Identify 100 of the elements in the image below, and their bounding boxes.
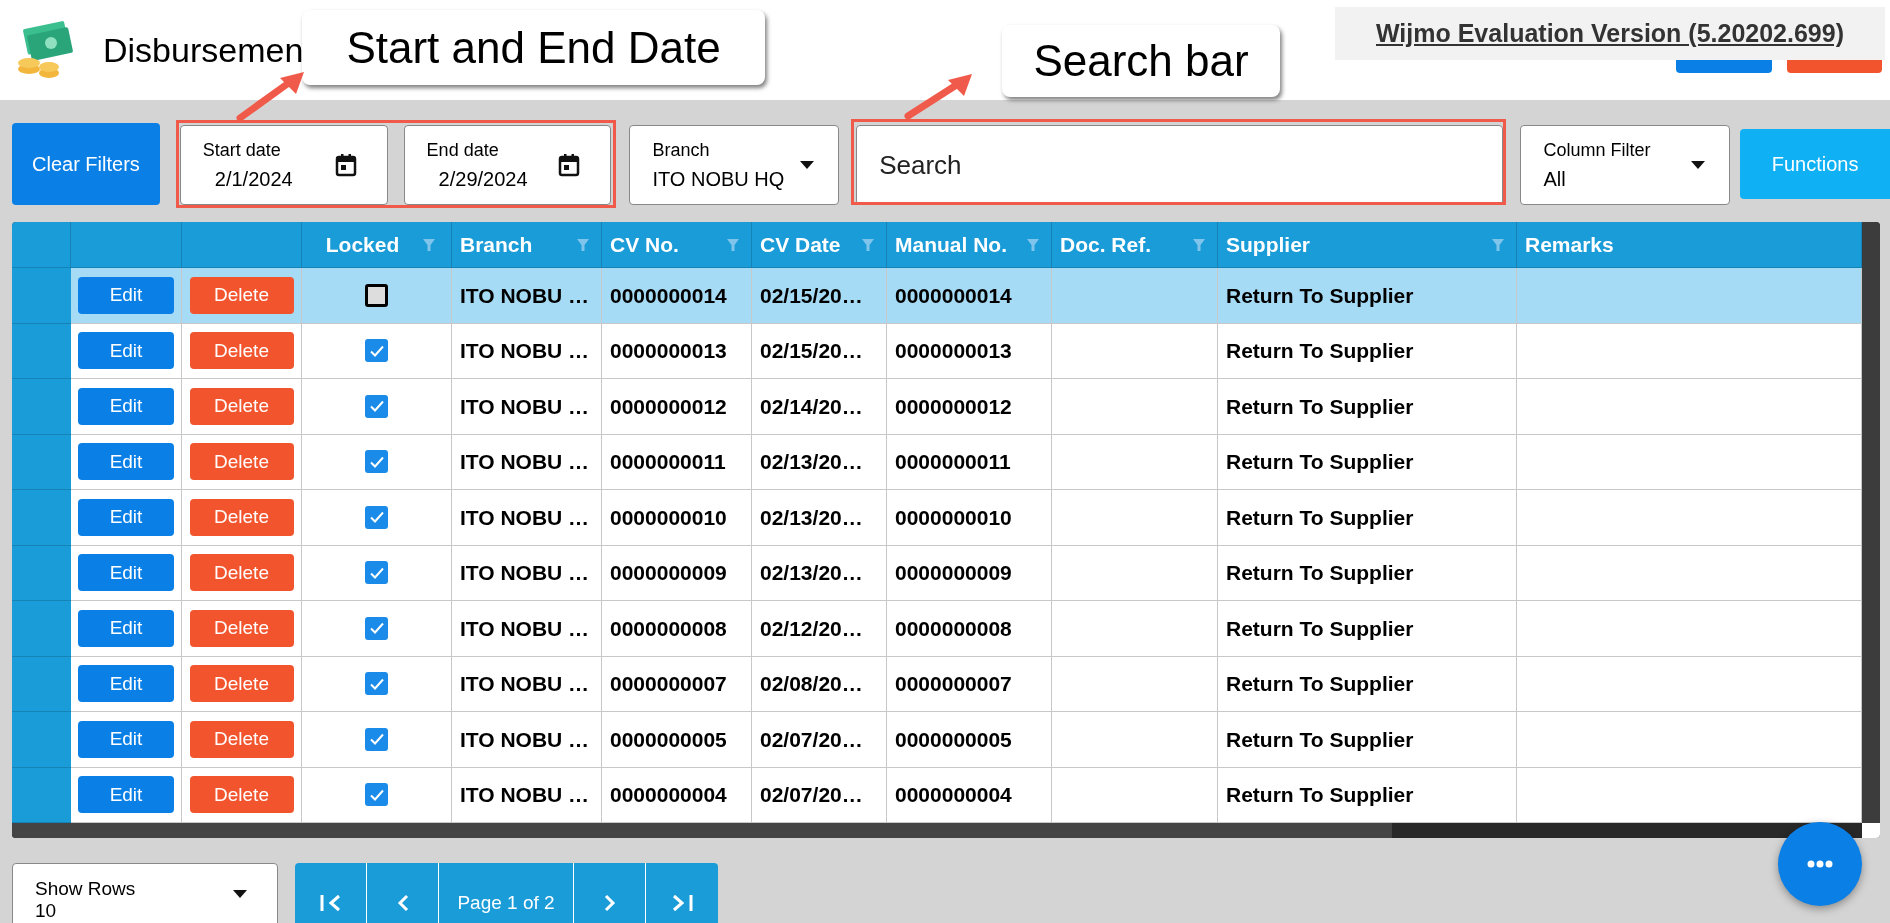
checkbox[interactable] <box>365 672 388 696</box>
column-header[interactable]: Branch <box>452 222 602 268</box>
button-edge[interactable] <box>1787 60 1882 73</box>
checkbox[interactable] <box>365 616 388 640</box>
table-cell: ITO NOBU … <box>452 601 602 657</box>
delete-button[interactable]: Delete <box>189 665 294 703</box>
table-cell: 0000000005 <box>887 712 1052 768</box>
row-header[interactable] <box>12 601 71 657</box>
delete-button[interactable]: Delete <box>189 387 294 425</box>
button-edge[interactable] <box>1676 60 1772 73</box>
delete-button[interactable]: Delete <box>189 609 294 647</box>
field-value: ITO NOBU HQ <box>652 166 785 192</box>
first-page-button[interactable] <box>295 863 367 923</box>
delete-button[interactable]: Delete <box>189 776 294 814</box>
table-row[interactable]: Edit Delete ITO NOBU … 0000000008 02/12/20… 0000000008 Return To Supplier <box>12 601 1862 657</box>
branch-dropdown[interactable]: Branch ITO NOBU HQ <box>629 125 840 205</box>
caret-icon <box>800 161 815 169</box>
checkbox[interactable] <box>365 727 388 751</box>
table-cell: 02/12/20… <box>752 601 887 657</box>
clear-filters-button[interactable]: Clear Filters <box>12 123 160 205</box>
row-header[interactable] <box>12 545 71 601</box>
delete-button[interactable]: Delete <box>189 554 294 592</box>
column-header[interactable]: Remarks <box>1517 222 1862 268</box>
table-row[interactable]: Edit Delete ITO NOBU … 0000000009 02/13/20… 0000000009 Return To Supplier <box>12 545 1862 601</box>
row-header[interactable] <box>12 712 71 768</box>
field-value: All <box>1543 166 1567 192</box>
filter-icon[interactable] <box>1027 238 1039 251</box>
column-header[interactable]: Doc. Ref. <box>1052 222 1218 268</box>
table-cell: 0000000012 <box>602 379 752 435</box>
delete-button[interactable]: Delete <box>189 720 294 758</box>
edit-button[interactable]: Edit <box>78 498 174 536</box>
table-row[interactable]: Edit Delete ITO NOBU … 0000000010 02/13/20… 0000000010 Return To Supplier <box>12 490 1862 546</box>
edit-button[interactable]: Edit <box>78 776 174 814</box>
column-header[interactable]: Locked <box>302 222 452 268</box>
filter-icon[interactable] <box>1193 238 1205 251</box>
chevron-left-icon <box>395 893 410 913</box>
show-rows-dropdown[interactable]: Show Rows 10 <box>12 863 278 923</box>
more-button[interactable] <box>1778 822 1862 906</box>
delete-button[interactable]: Delete <box>189 443 294 481</box>
row-header[interactable] <box>12 268 71 324</box>
table-cell: Return To Supplier <box>1218 379 1517 435</box>
table-row[interactable]: Edit Delete ITO NOBU … 0000000004 02/07/20… 0000000004 Return To Supplier <box>12 767 1862 823</box>
checkbox[interactable] <box>365 783 388 807</box>
search-field[interactable]: Search <box>856 125 1504 205</box>
checkbox[interactable] <box>365 339 388 363</box>
checkbox[interactable] <box>365 450 388 474</box>
edit-button[interactable]: Edit <box>78 554 174 592</box>
checkbox[interactable] <box>365 505 388 529</box>
functions-button[interactable]: Functions <box>1740 129 1890 199</box>
edit-button[interactable]: Edit <box>78 387 174 425</box>
horizontal-scrollbar[interactable] <box>12 823 1862 838</box>
table-cell: 0000000008 <box>602 601 752 657</box>
row-header[interactable] <box>12 656 71 712</box>
edit-button[interactable]: Edit <box>78 665 174 703</box>
table-row[interactable]: Edit Delete ITO NOBU … 0000000005 02/07/20… 0000000005 Return To Supplier <box>12 712 1862 768</box>
table-cell: 0000000008 <box>887 601 1052 657</box>
table-row[interactable]: Edit Delete ITO NOBU … 0000000007 02/08/20… 0000000007 Return To Supplier <box>12 656 1862 712</box>
column-filter-dropdown[interactable]: Column Filter All <box>1520 125 1731 205</box>
row-header[interactable] <box>12 490 71 546</box>
row-header[interactable] <box>12 767 71 823</box>
filter-icon[interactable] <box>1492 238 1504 251</box>
column-header[interactable]: CV No. <box>602 222 752 268</box>
edit-button[interactable]: Edit <box>78 443 174 481</box>
checkbox[interactable] <box>365 283 388 307</box>
column-header[interactable]: Supplier <box>1218 222 1517 268</box>
scrollbar-corner <box>1862 823 1880 838</box>
evaluation-banner[interactable]: Wijmo Evaluation Version (5.20202.699) <box>1335 7 1885 60</box>
checkbox[interactable] <box>365 394 388 418</box>
table-cell: 0000000014 <box>887 268 1052 324</box>
date-field[interactable]: End date 2/29/2024 <box>403 125 612 205</box>
filter-icon[interactable] <box>727 238 739 251</box>
last-page-button[interactable] <box>646 863 718 923</box>
table-row[interactable]: Edit Delete ITO NOBU … 0000000013 02/15/20… 0000000013 Return To Supplier <box>12 323 1862 379</box>
previous-page-button[interactable] <box>367 863 439 923</box>
money-icon <box>15 21 73 79</box>
edit-button[interactable]: Edit <box>78 276 174 314</box>
table-row[interactable]: Edit Delete ITO NOBU … 0000000012 02/14/20… 0000000012 Return To Supplier <box>12 379 1862 435</box>
edit-button[interactable]: Edit <box>78 609 174 647</box>
delete-button[interactable]: Delete <box>189 276 294 314</box>
filter-icon[interactable] <box>577 238 589 251</box>
edit-button[interactable]: Edit <box>78 720 174 758</box>
filter-icon[interactable] <box>862 238 874 251</box>
filter-icon[interactable] <box>423 238 436 251</box>
table-row[interactable]: Edit Delete ITO NOBU … 0000000011 02/13/20… 0000000011 Return To Supplier <box>12 434 1862 490</box>
table-row[interactable]: Edit Delete ITO NOBU … 0000000014 02/15/20… 0000000014 Return To Supplier <box>12 268 1862 324</box>
delete-button[interactable]: Delete <box>189 498 294 536</box>
row-header[interactable] <box>12 323 71 379</box>
column-header[interactable]: Manual No. <box>887 222 1052 268</box>
arrow-icon <box>904 74 972 120</box>
row-header[interactable] <box>12 379 71 435</box>
checkbox[interactable] <box>365 561 388 585</box>
evaluation-link[interactable]: Wijmo Evaluation Version (5.20202.699) <box>1376 14 1844 53</box>
scrollbar-thumb[interactable] <box>12 823 1392 838</box>
table-cell: ITO NOBU … <box>452 268 602 324</box>
delete-button[interactable]: Delete <box>189 332 294 370</box>
next-page-button[interactable] <box>574 863 646 923</box>
column-header[interactable]: CV Date <box>752 222 887 268</box>
row-header[interactable] <box>12 434 71 490</box>
edit-button[interactable]: Edit <box>78 332 174 370</box>
date-field[interactable]: Start date 2/1/2024 <box>179 125 388 205</box>
